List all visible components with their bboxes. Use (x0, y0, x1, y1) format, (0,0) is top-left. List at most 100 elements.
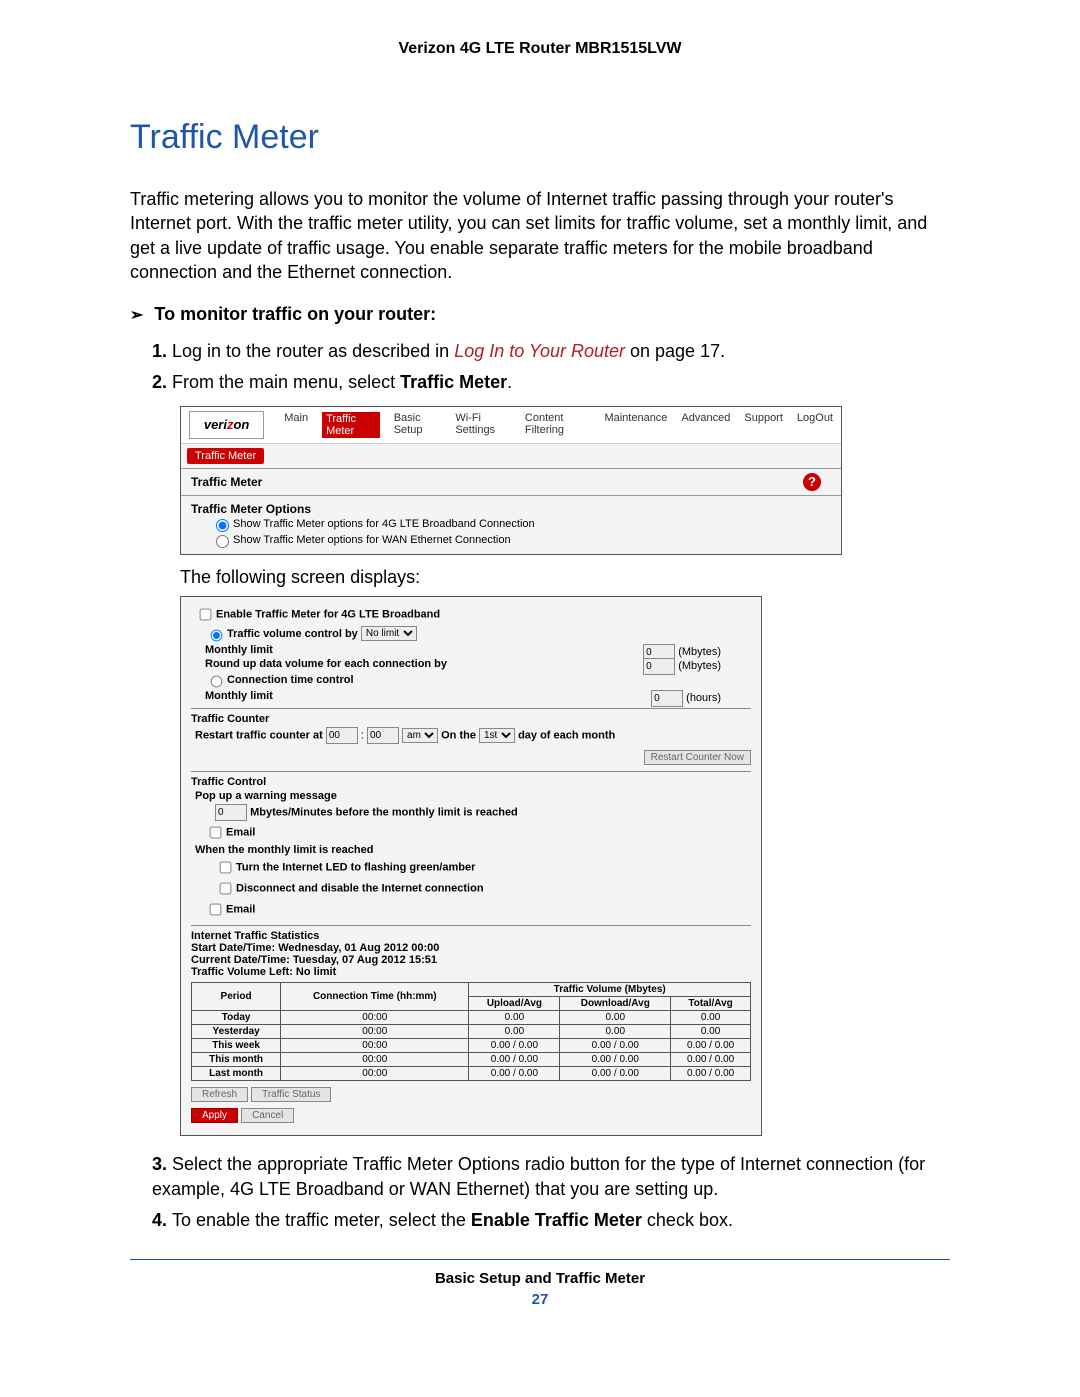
nav-basic-setup[interactable]: Basic Setup (394, 412, 442, 438)
email-label-1: Email (226, 826, 255, 838)
step-2-pre: From the main menu, select (172, 372, 400, 392)
nav-maintenance[interactable]: Maintenance (604, 412, 667, 438)
th-period: Period (192, 982, 281, 1010)
step-2-post: . (507, 372, 512, 392)
step-3-text: Select the appropriate Traffic Meter Opt… (152, 1154, 925, 1199)
disconnect-label: Disconnect and disable the Internet conn… (236, 882, 484, 894)
opt-wan-radio[interactable] (216, 535, 229, 548)
step-1-post: on page 17. (625, 341, 725, 361)
table-row: Today00:000.000.000.00 (192, 1010, 751, 1024)
document-header: Verizon 4G LTE Router MBR1515LVW (130, 40, 950, 58)
email-checkbox-1[interactable] (210, 826, 222, 838)
help-icon[interactable]: ? (803, 473, 821, 491)
step-4-pre: To enable the traffic meter, select the (172, 1210, 471, 1230)
page-number: 27 (130, 1291, 950, 1308)
volume-control-label: Traffic volume control by (227, 627, 361, 639)
table-row: This month00:000.00 / 0.000.00 / 0.000.0… (192, 1052, 751, 1066)
verizon-logo: verizon (189, 411, 264, 439)
step-4-post: check box. (642, 1210, 733, 1230)
volume-control-select[interactable]: No limit (361, 626, 417, 641)
section-title: Traffic Meter (130, 118, 950, 157)
nav-content-filtering[interactable]: Content Filtering (525, 412, 591, 438)
monthly-limit-label-2: Monthly limit (205, 690, 273, 702)
options-heading: Traffic Meter Options (191, 502, 831, 516)
opt-4g-label: Show Traffic Meter options for 4G LTE Br… (233, 517, 535, 529)
apply-button[interactable]: Apply (191, 1108, 238, 1123)
task-heading-text: To monitor traffic on your router: (154, 304, 436, 324)
th-traffic-volume: Traffic Volume (Mbytes) (469, 982, 751, 996)
monthly-limit-label: Monthly limit (205, 644, 273, 656)
restart-counter-label: Restart traffic counter at (195, 729, 326, 741)
enable-traffic-meter-checkbox[interactable] (200, 608, 212, 620)
mbytes-unit: (Mbytes) (678, 646, 721, 658)
traffic-control-heading: Traffic Control (191, 771, 751, 788)
arrow-icon: ➢ (130, 307, 143, 324)
task-heading: ➢ To monitor traffic on your router: (130, 304, 950, 325)
current-datetime: Current Date/Time: Tuesday, 07 Aug 2012 … (191, 954, 751, 966)
step-4-bold: Enable Traffic Meter (471, 1210, 642, 1230)
nav-logout[interactable]: LogOut (797, 412, 833, 438)
monthly-limit-hours-input[interactable] (651, 690, 683, 707)
intro-paragraph: Traffic metering allows you to monitor t… (130, 187, 950, 284)
restart-ampm-select[interactable]: am (402, 728, 438, 743)
popup-value-input[interactable] (215, 804, 247, 821)
restart-day-select[interactable]: 1st (479, 728, 515, 743)
traffic-counter-heading: Traffic Counter (191, 708, 751, 725)
turn-led-label: Turn the Internet LED to flashing green/… (236, 861, 475, 873)
step-4: 4. To enable the traffic meter, select t… (152, 1208, 950, 1233)
restart-min-input[interactable] (367, 727, 399, 744)
restart-counter-button[interactable]: Restart Counter Now (644, 750, 751, 765)
turn-led-checkbox[interactable] (220, 861, 232, 873)
connection-time-label: Connection time control (227, 673, 354, 685)
login-link[interactable]: Log In to Your Router (454, 341, 625, 361)
traffic-status-button[interactable]: Traffic Status (251, 1087, 331, 1102)
popup-warning-label: Pop up a warning message (195, 790, 751, 802)
disconnect-checkbox[interactable] (220, 882, 232, 894)
opt-wan-label: Show Traffic Meter options for WAN Ether… (233, 533, 511, 545)
table-row: Last month00:000.00 / 0.000.00 / 0.000.0… (192, 1066, 751, 1080)
popup-unit-label: Mbytes/Minutes before the monthly limit … (250, 806, 518, 818)
screenshot-nav: verizon Main Traffic Meter Basic Setup W… (180, 406, 842, 555)
nav-advanced[interactable]: Advanced (681, 412, 730, 438)
start-datetime: Start Date/Time: Wednesday, 01 Aug 2012 … (191, 942, 751, 954)
screenshot-settings: Enable Traffic Meter for 4G LTE Broadban… (180, 596, 762, 1136)
restart-mid: On the (441, 729, 479, 741)
mbytes-unit-2: (Mbytes) (678, 660, 721, 672)
volume-control-radio[interactable] (211, 629, 223, 641)
table-row: This week00:000.00 / 0.000.00 / 0.000.00… (192, 1038, 751, 1052)
volume-left: Traffic Volume Left: No limit (191, 966, 751, 978)
step-1: 1. Log in to the router as described in … (152, 339, 950, 364)
refresh-button[interactable]: Refresh (191, 1087, 248, 1102)
email-checkbox-2[interactable] (210, 903, 222, 915)
enable-traffic-meter-label: Enable Traffic Meter for 4G LTE Broadban… (216, 608, 440, 620)
cancel-button[interactable]: Cancel (241, 1108, 294, 1123)
step-1-pre: Log in to the router as described in (172, 341, 454, 361)
th-total: Total/Avg (671, 996, 751, 1010)
nav-main[interactable]: Main (284, 412, 308, 438)
following-screen-text: The following screen displays: (180, 567, 950, 588)
opt-4g-radio[interactable] (216, 519, 229, 532)
step-2: 2. From the main menu, select Traffic Me… (152, 370, 950, 395)
stats-table: Period Connection Time (hh:mm) Traffic V… (191, 982, 751, 1081)
panel-title: Traffic Meter (191, 475, 262, 489)
footer-title: Basic Setup and Traffic Meter (130, 1270, 950, 1287)
nav-support[interactable]: Support (744, 412, 783, 438)
hours-unit: (hours) (686, 692, 721, 704)
nav-traffic-meter[interactable]: Traffic Meter (322, 412, 380, 438)
round-up-label: Round up data volume for each connection… (205, 658, 447, 670)
when-limit-label: When the monthly limit is reached (195, 844, 751, 856)
restart-post: day of each month (518, 729, 615, 741)
email-label-2: Email (226, 903, 255, 915)
stats-heading: Internet Traffic Statistics (191, 925, 751, 942)
step-2-bold: Traffic Meter (400, 372, 507, 392)
nav-wifi-settings[interactable]: Wi-Fi Settings (455, 412, 511, 438)
th-upload: Upload/Avg (469, 996, 560, 1010)
th-conn-time: Connection Time (hh:mm) (281, 982, 469, 1010)
restart-hour-input[interactable] (326, 727, 358, 744)
step-3: 3. Select the appropriate Traffic Meter … (152, 1152, 950, 1202)
round-up-input[interactable] (643, 658, 675, 675)
th-download: Download/Avg (560, 996, 671, 1010)
table-row: Yesterday00:000.000.000.00 (192, 1024, 751, 1038)
sidebar-traffic-meter[interactable]: Traffic Meter (187, 448, 264, 464)
connection-time-radio[interactable] (211, 675, 223, 687)
